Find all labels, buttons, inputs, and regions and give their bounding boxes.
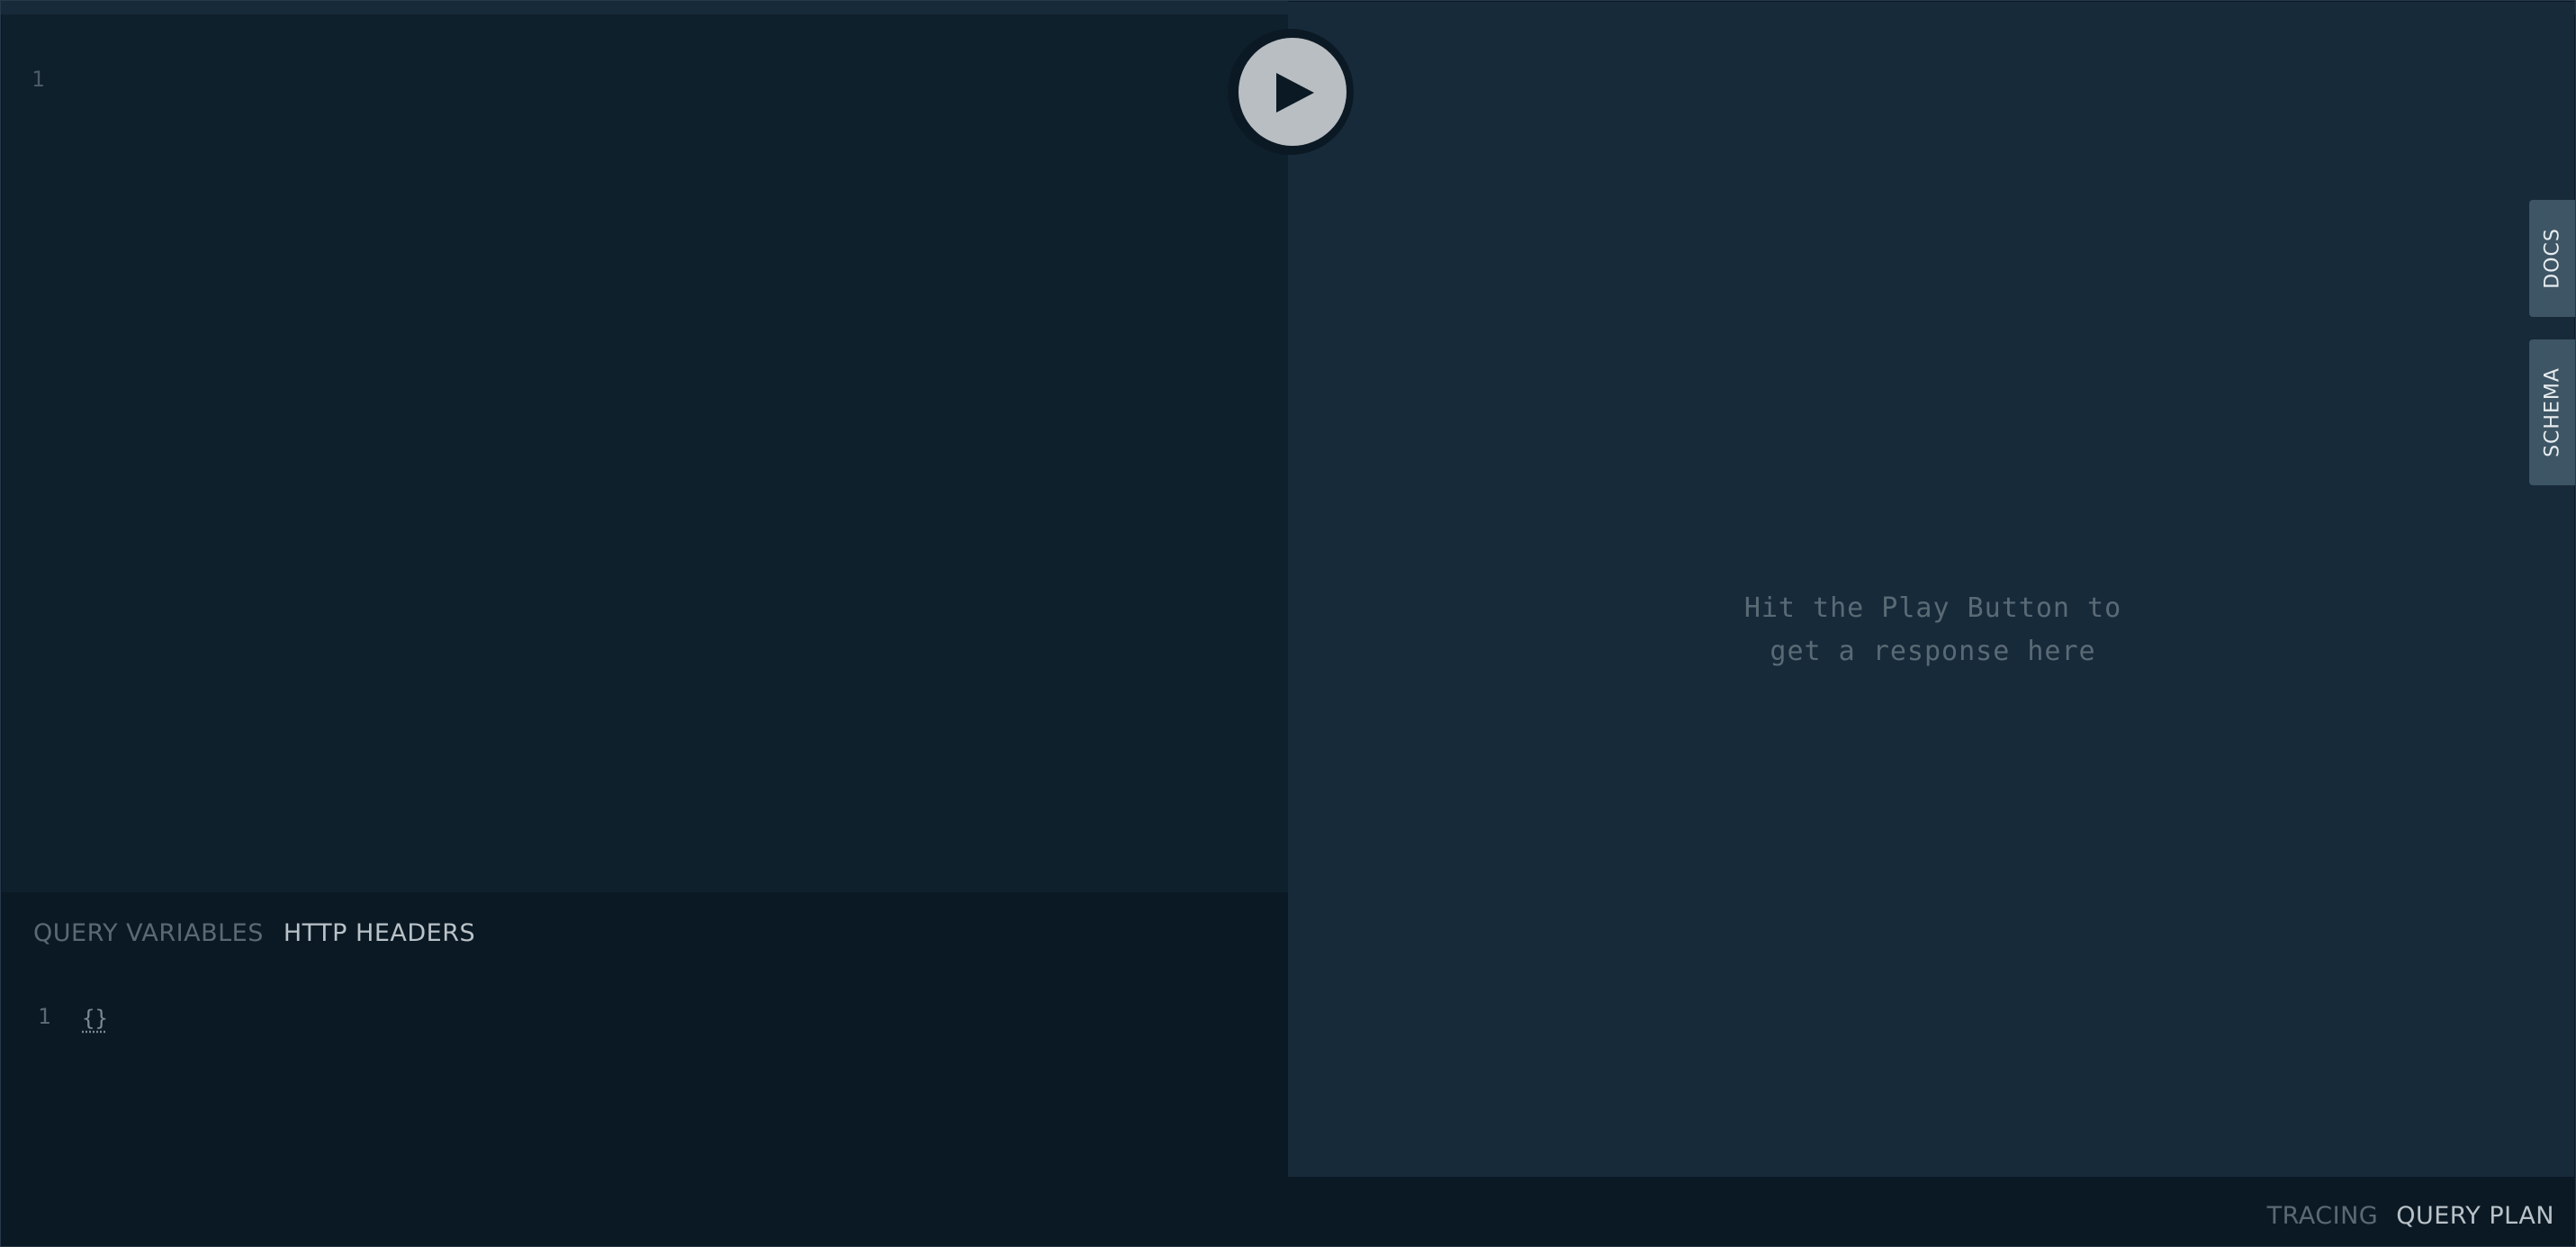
- placeholder-line-2: get a response here: [1770, 636, 2096, 667]
- bottom-bar-tabs: TRACING QUERY PLAN: [2267, 1202, 2554, 1230]
- play-icon: [1276, 73, 1314, 113]
- docs-tab[interactable]: DOCS: [2529, 200, 2576, 317]
- tab-http-headers[interactable]: HTTP HEADERS: [284, 919, 475, 947]
- result-placeholder: Hit the Play Button to get a response he…: [1638, 587, 2228, 673]
- query-line-number: 1: [32, 67, 45, 92]
- graphql-playground: 1 QUERY VARIABLES HTTP HEADERS 1 {} Hit …: [0, 0, 2576, 1247]
- tab-tracing[interactable]: TRACING: [2267, 1202, 2379, 1230]
- headers-editor[interactable]: {}: [82, 1006, 108, 1031]
- tab-query-variables[interactable]: QUERY VARIABLES: [33, 919, 264, 947]
- schema-tab[interactable]: SCHEMA: [2529, 339, 2576, 485]
- headers-line-number: 1: [38, 1004, 51, 1029]
- schema-tab-label: SCHEMA: [2541, 367, 2564, 457]
- placeholder-line-1: Hit the Play Button to: [1743, 592, 2122, 624]
- play-button[interactable]: [1238, 38, 1347, 146]
- docs-tab-label: DOCS: [2541, 228, 2564, 289]
- tab-query-plan[interactable]: QUERY PLAN: [2396, 1202, 2554, 1230]
- bottom-panel-tabs: QUERY VARIABLES HTTP HEADERS: [33, 919, 475, 947]
- query-editor[interactable]: 1: [2, 14, 1288, 892]
